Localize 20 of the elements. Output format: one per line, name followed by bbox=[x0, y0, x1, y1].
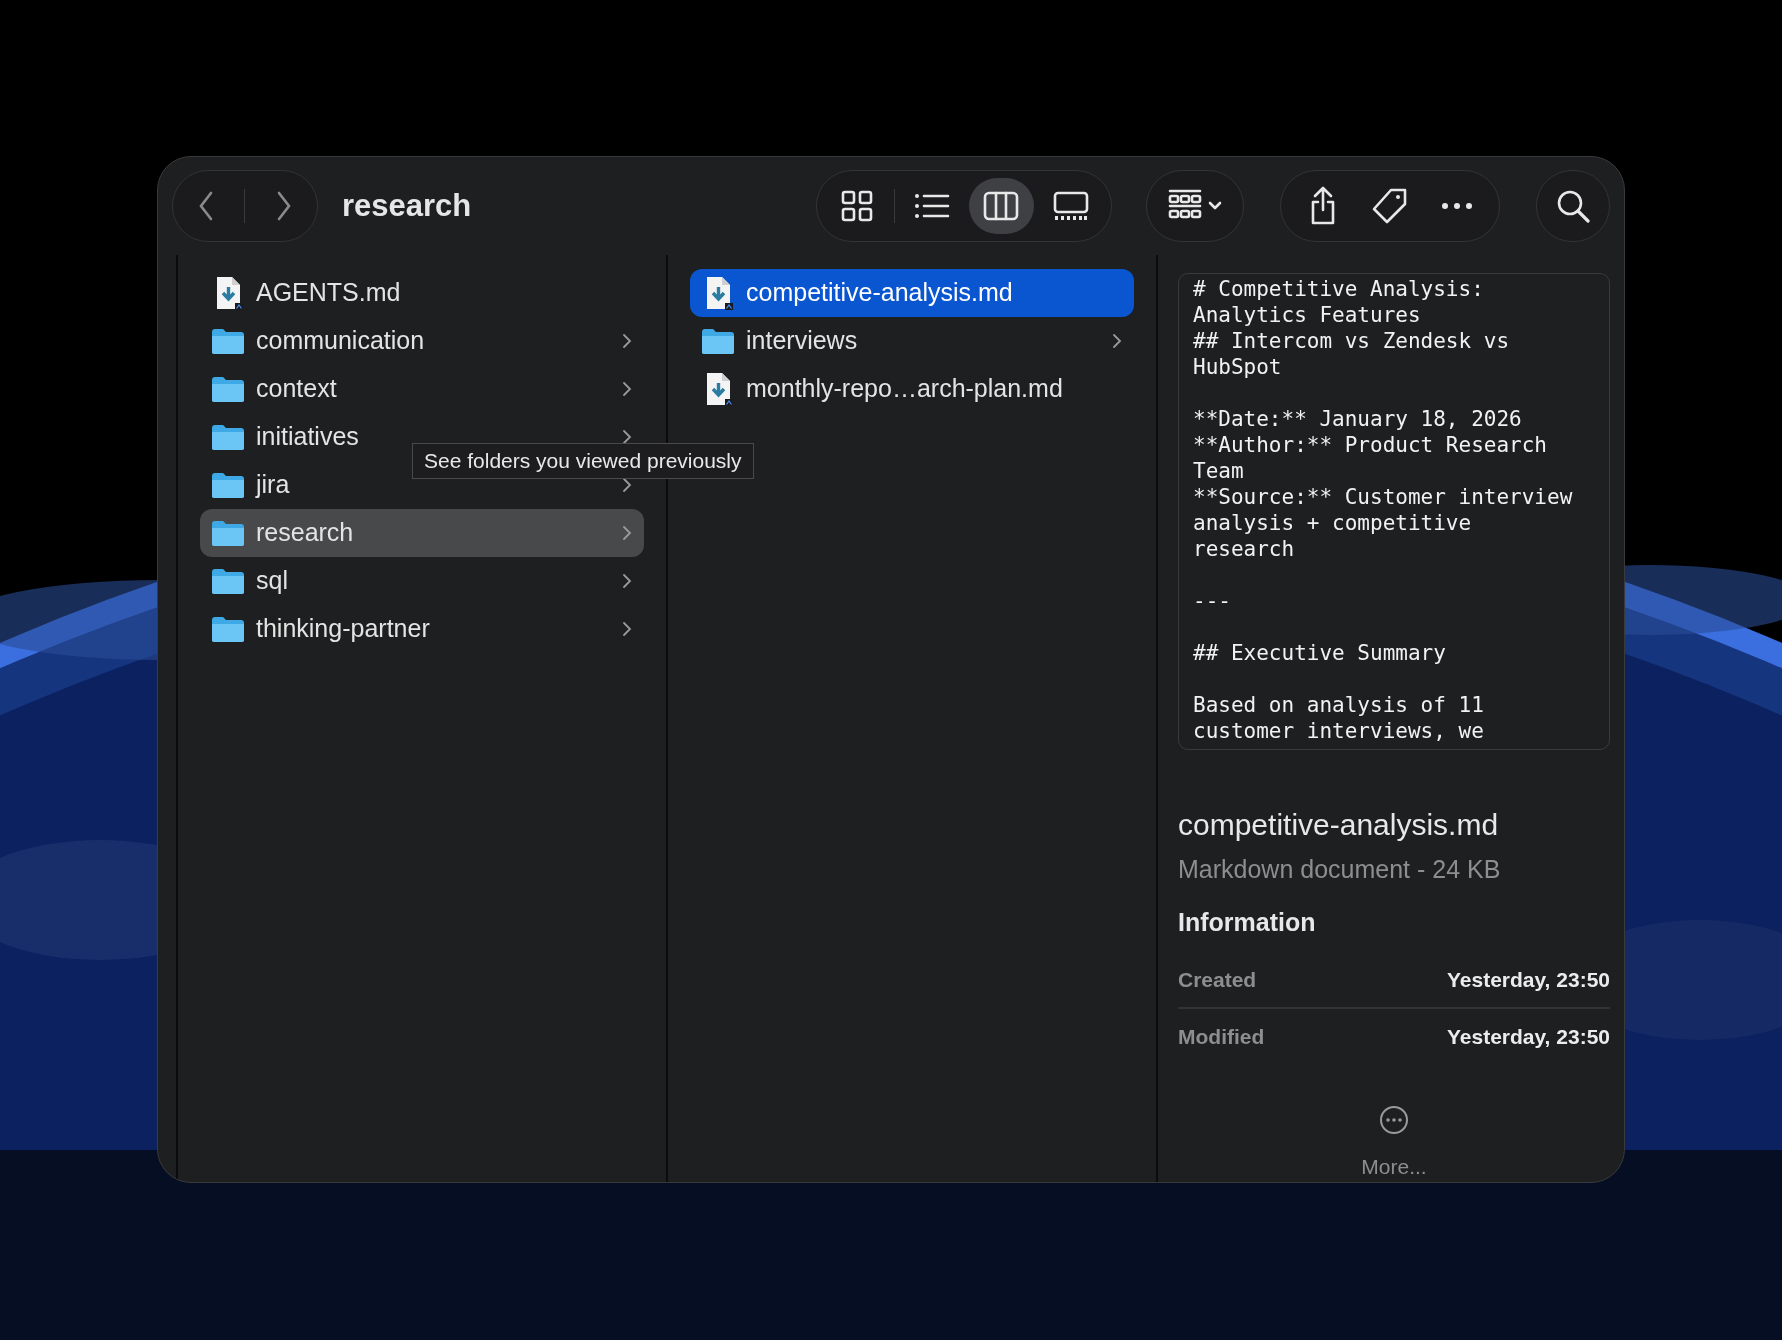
more-link[interactable]: More... bbox=[1361, 1150, 1427, 1182]
info-label: Modified bbox=[1178, 1024, 1265, 1050]
folder-item[interactable]: thinking-partner bbox=[200, 604, 644, 653]
info-value: Yesterday, 23:50 bbox=[1446, 966, 1610, 993]
folder-item[interactable]: context bbox=[200, 364, 644, 413]
file-kind-size: Markdown document - 24 KB bbox=[1178, 853, 1502, 885]
preview-text: # Competitive Analysis: Analytics Features ## Intercom vs Zendesk vs HubSpot **Date:** January 18, 2026 **Author:** Product Research Team **Source:** Customer interview analysis + competitive research --- ## Executive Summary Based on analysis of 11 customer interviews, we bbox=[1193, 275, 1574, 744]
file-item[interactable]: AGENTS.md bbox=[200, 268, 644, 317]
tooltip: See folders you viewed previously bbox=[412, 443, 754, 479]
section-heading: Information bbox=[1178, 907, 1317, 938]
folder-item[interactable]: sql bbox=[200, 556, 644, 605]
info-value: Yesterday, 23:50 bbox=[1446, 1024, 1610, 1050]
folder-item[interactable]: interviews bbox=[690, 316, 1134, 365]
file-item[interactable]: monthly-repo…arch-plan.md bbox=[690, 364, 1134, 413]
folder-item[interactable]: research bbox=[200, 508, 644, 557]
folder-item[interactable]: communication bbox=[200, 316, 644, 365]
file-name: competitive-analysis.md bbox=[1178, 806, 1500, 843]
info-label: Created bbox=[1178, 966, 1257, 993]
window-title: research bbox=[342, 186, 473, 225]
file-item[interactable]: competitive-analysis.md bbox=[690, 268, 1134, 317]
